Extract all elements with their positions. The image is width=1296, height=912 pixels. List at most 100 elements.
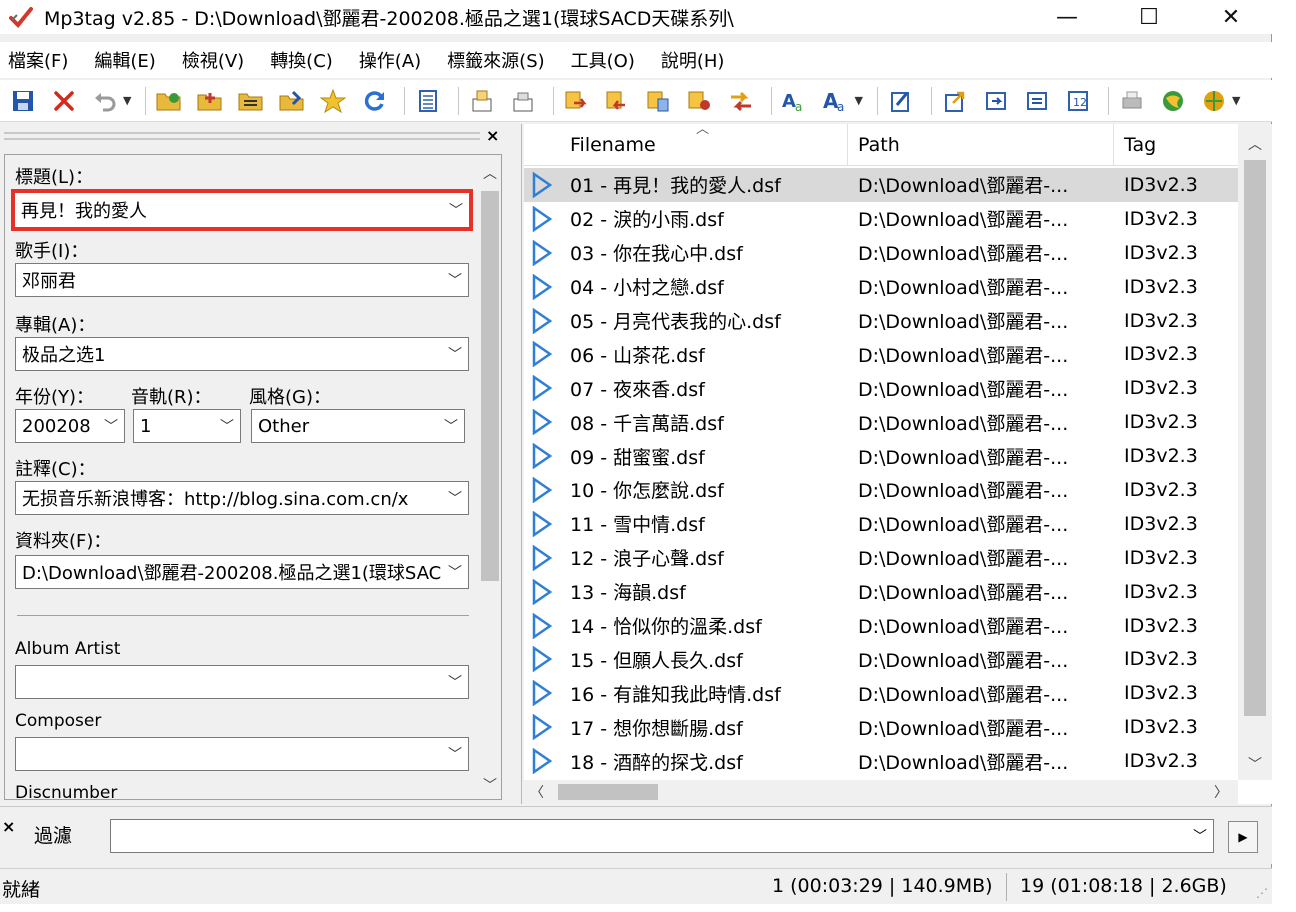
export-icon[interactable]	[938, 84, 972, 118]
table-row[interactable]: 16 - 有誰知我此時情.dsf D:\Download\鄧麗君-... ID3v2…	[524, 676, 1238, 710]
table-row[interactable]: 09 - 甜蜜蜜.dsf D:\Download\鄧麗君-... ID3v2.3	[524, 439, 1238, 473]
file-list-hscrollbar[interactable]: 〈 〉	[524, 780, 1238, 804]
chevron-down-icon[interactable]: ﹀	[438, 416, 464, 436]
paste-tag-icon[interactable]	[506, 84, 540, 118]
panel-close-icon[interactable]: ×	[486, 126, 499, 145]
menu-tools[interactable]: 工具(O)	[563, 47, 643, 73]
chevron-down-icon[interactable]: ﹀	[443, 200, 469, 220]
tag-sources-icon[interactable]	[979, 84, 1013, 118]
genre-field[interactable]: Other ﹀	[251, 409, 465, 443]
scroll-down-icon[interactable]: ﹀	[483, 775, 497, 795]
track-field[interactable]: 1 ﹀	[133, 409, 241, 443]
maximize-button[interactable]: ☐	[1108, 0, 1190, 34]
file-list-vscrollbar[interactable]: ︿ ﹀	[1238, 124, 1272, 780]
year-field[interactable]: 200208 ﹀	[15, 409, 125, 443]
scrollbar-thumb[interactable]	[481, 191, 499, 581]
scroll-right-icon[interactable]: 〉	[1214, 782, 1228, 802]
scroll-up-icon[interactable]: ︿	[483, 163, 497, 183]
scrollbar-thumb[interactable]	[1244, 160, 1266, 716]
table-row[interactable]: 05 - 月亮代表我的心.dsf D:\Download\鄧麗君-... ID3v2…	[524, 304, 1238, 338]
title-field[interactable]: 再見！我的愛人 ﹀	[11, 189, 473, 231]
table-row[interactable]: 02 - 淚的小雨.dsf D:\Download\鄧麗君-... ID3v2.3	[524, 202, 1238, 236]
table-row[interactable]: 14 - 恰似你的溫柔.dsf D:\Download\鄧麗君-... ID3v2.…	[524, 609, 1238, 643]
refresh-icon[interactable]	[357, 84, 391, 118]
panel-grip[interactable]	[4, 132, 480, 140]
scroll-up-icon[interactable]: ︿	[1248, 134, 1262, 154]
table-row[interactable]: 04 - 小村之戀.dsf D:\Download\鄧麗君-... ID3v2.3	[524, 270, 1238, 304]
convert-icon[interactable]	[724, 84, 758, 118]
tag-to-filename-icon[interactable]	[560, 84, 594, 118]
filename-to-tag-icon[interactable]	[601, 84, 635, 118]
column-header-tag[interactable]: Tag	[1114, 124, 1238, 166]
table-row[interactable]: 01 - 再見！我的愛人.dsf D:\Download\鄧麗君-... ID3v2…	[524, 168, 1238, 202]
actions-dropdown-icon[interactable]: ▼	[854, 94, 862, 107]
favorite-star-icon[interactable]	[316, 84, 350, 118]
table-row[interactable]: 06 - 山茶花.dsf D:\Download\鄧麗君-... ID3v2.3	[524, 337, 1238, 371]
close-button[interactable]: ✕	[1190, 0, 1272, 34]
undo-dropdown-icon[interactable]: ▼	[123, 94, 131, 107]
chevron-down-icon[interactable]: ﹀	[98, 416, 124, 436]
menu-actions[interactable]: 操作(A)	[351, 47, 429, 73]
chevron-down-icon[interactable]: ﹀	[442, 344, 468, 364]
album-artist-field[interactable]: ﹀	[15, 665, 469, 699]
folder-add-icon[interactable]	[193, 84, 227, 118]
chevron-down-icon[interactable]: ﹀	[214, 416, 240, 436]
artist-field[interactable]: 邓丽君 ﹀	[15, 263, 469, 297]
chevron-down-icon[interactable]: ﹀	[442, 488, 468, 508]
folder-open-icon[interactable]	[152, 84, 186, 118]
comment-field[interactable]: 无损音乐新浪博客：http://blog.sina.com.cn/x ﹀	[15, 481, 469, 515]
edit-icon[interactable]	[884, 84, 918, 118]
replace-text-icon[interactable]: Aa	[819, 84, 853, 118]
copy-tag-icon[interactable]	[465, 84, 499, 118]
menu-view[interactable]: 檢視(V)	[174, 47, 252, 73]
print-icon[interactable]	[1115, 84, 1149, 118]
minimize-button[interactable]: —	[1026, 0, 1108, 34]
filter-input[interactable]: ﹀	[110, 819, 1214, 853]
menu-tag-sources[interactable]: 標籤來源(S)	[439, 47, 552, 73]
filter-go-button[interactable]: ▶	[1228, 821, 1258, 853]
table-row[interactable]: 12 - 浪子心聲.dsf D:\Download\鄧麗君-... ID3v2.3	[524, 541, 1238, 575]
filter-close-icon[interactable]: ×	[2, 817, 15, 836]
save-icon[interactable]	[6, 84, 40, 118]
directory-field[interactable]: D:\Download\鄧麗君-200208.極品之選1(環球SACD ﹀	[15, 555, 469, 589]
table-row[interactable]: 15 - 但願人長久.dsf D:\Download\鄧麗君-... ID3v2.3	[524, 642, 1238, 676]
undo-icon[interactable]	[88, 84, 122, 118]
autonumber-icon[interactable]: 12	[1061, 84, 1095, 118]
tag-to-tag-icon[interactable]	[642, 84, 676, 118]
table-row[interactable]: 08 - 千言萬語.dsf D:\Download\鄧麗君-... ID3v2.3	[524, 405, 1238, 439]
scroll-down-icon[interactable]: ﹀	[1248, 754, 1262, 774]
remove-tag-icon[interactable]	[47, 84, 81, 118]
table-row[interactable]: 11 - 雪中情.dsf D:\Download\鄧麗君-... ID3v2.3	[524, 507, 1238, 541]
table-row[interactable]: 18 - 酒醉的探戈.dsf D:\Download\鄧麗君-... ID3v2.3	[524, 744, 1238, 778]
table-row[interactable]: 03 - 你在我心中.dsf D:\Download\鄧麗君-... ID3v2.3	[524, 236, 1238, 270]
list-icon[interactable]	[411, 84, 445, 118]
text-file-tag-icon[interactable]	[683, 84, 717, 118]
case-conversion-icon[interactable]: Aa	[778, 84, 812, 118]
column-header-filename[interactable]: Filename ︿	[560, 122, 848, 166]
table-row[interactable]: 17 - 想你想斷腸.dsf D:\Download\鄧麗君-... ID3v2.3	[524, 710, 1238, 744]
table-row[interactable]: 07 - 夜來香.dsf D:\Download\鄧麗君-... ID3v2.3	[524, 371, 1238, 405]
chevron-down-icon[interactable]: ﹀	[442, 672, 468, 692]
menu-file[interactable]: 檔案(F)	[0, 47, 76, 73]
web-source-dropdown-icon[interactable]: ▼	[1232, 94, 1240, 107]
table-row[interactable]: 10 - 你怎麼說.dsf D:\Download\鄧麗君-... ID3v2.3	[524, 473, 1238, 507]
tag-panel-scrollbar[interactable]: ︿ ﹀	[477, 155, 501, 799]
scrollbar-thumb[interactable]	[558, 784, 658, 800]
menu-convert[interactable]: 轉換(C)	[262, 47, 341, 73]
tag-sources-batch-icon[interactable]	[1020, 84, 1054, 118]
column-header-path[interactable]: Path	[848, 124, 1114, 166]
composer-field[interactable]: ﹀	[15, 737, 469, 771]
chevron-down-icon[interactable]: ﹀	[1193, 826, 1207, 846]
album-field[interactable]: 极品之选1 ﹀	[15, 337, 469, 371]
folder-sub-icon[interactable]	[275, 84, 309, 118]
chevron-down-icon[interactable]: ﹀	[442, 562, 468, 582]
freedb-icon[interactable]	[1197, 84, 1231, 118]
web-source-icon[interactable]	[1156, 84, 1190, 118]
playlist-icon[interactable]	[234, 84, 268, 118]
resize-grip-icon[interactable]: ⋰	[1256, 886, 1268, 900]
scroll-left-icon[interactable]: 〈	[530, 782, 544, 802]
menu-edit[interactable]: 編輯(E)	[86, 47, 163, 73]
table-row[interactable]: 13 - 海韻.dsf D:\Download\鄧麗君-... ID3v2.3	[524, 575, 1238, 609]
menu-help[interactable]: 說明(H)	[653, 47, 733, 73]
chevron-down-icon[interactable]: ﹀	[442, 744, 468, 764]
